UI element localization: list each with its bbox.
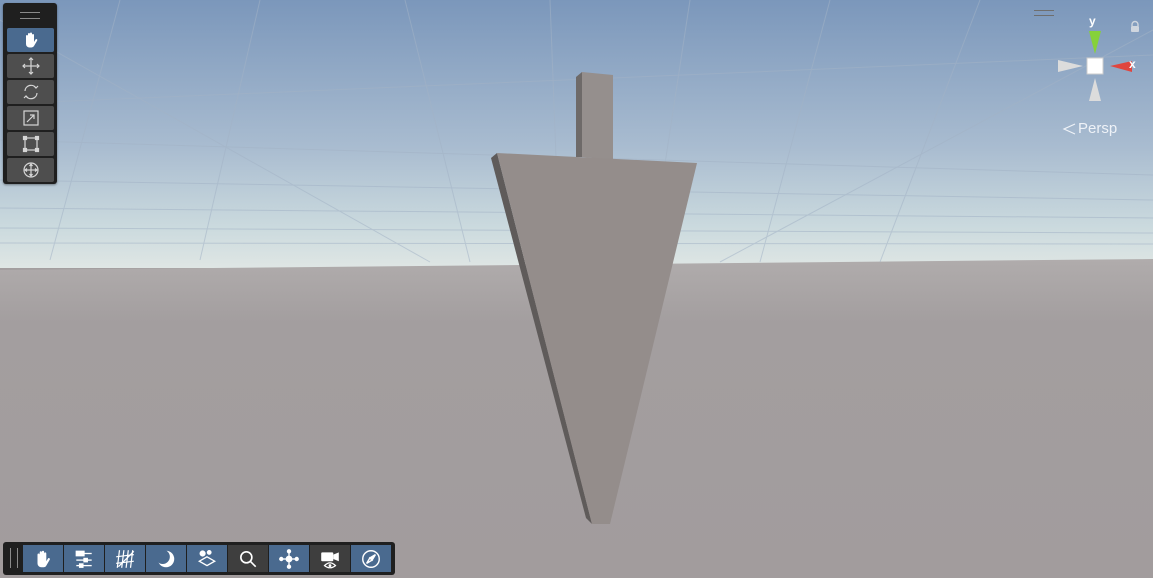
move-arrows-icon bbox=[21, 57, 40, 75]
transform-icon bbox=[22, 162, 39, 178]
rect-transform-icon bbox=[22, 135, 39, 153]
scale-tool-button[interactable] bbox=[7, 106, 54, 130]
gizmos-toggle-button[interactable] bbox=[187, 545, 227, 572]
scene-view-toolbar bbox=[3, 542, 395, 575]
search-scene-button[interactable] bbox=[228, 545, 268, 572]
projection-label: Persp bbox=[1078, 120, 1118, 137]
draw-mode-button[interactable] bbox=[64, 545, 104, 572]
projection-toggle[interactable]: Persp bbox=[1062, 120, 1117, 137]
x-axis-label: x bbox=[1129, 57, 1136, 71]
y-axis-cone[interactable] bbox=[1089, 31, 1101, 54]
component-tools-button[interactable] bbox=[269, 545, 309, 572]
neg-y-axis-cone[interactable] bbox=[1089, 78, 1101, 101]
hand-icon bbox=[25, 32, 37, 48]
hand-icon bbox=[37, 550, 50, 567]
moon-icon bbox=[155, 549, 175, 567]
rotate-icon bbox=[23, 84, 38, 100]
rotate-tool-button[interactable] bbox=[7, 80, 54, 104]
search-icon bbox=[240, 550, 257, 567]
nodes-icon bbox=[279, 548, 299, 569]
scale-icon bbox=[22, 110, 39, 126]
sliders-icon bbox=[75, 550, 92, 568]
view-tool-button[interactable] bbox=[23, 545, 63, 572]
neg-x-axis-cone[interactable] bbox=[1058, 60, 1083, 72]
orientation-button[interactable] bbox=[351, 545, 391, 572]
perspective-icon bbox=[1062, 122, 1076, 135]
compass-icon bbox=[362, 549, 380, 568]
tools-drag-handle[interactable] bbox=[20, 12, 40, 19]
gizmo-center-cube[interactable] bbox=[1086, 57, 1104, 75]
tools-overlay bbox=[3, 3, 57, 184]
rect-tool-button[interactable] bbox=[7, 132, 54, 156]
lighting-toggle-button[interactable] bbox=[146, 545, 186, 572]
camera-settings-button[interactable] bbox=[310, 545, 350, 572]
camera-eye-icon bbox=[321, 551, 339, 568]
y-axis-label: y bbox=[1089, 14, 1096, 28]
toolbar-drag-handle[interactable] bbox=[10, 548, 18, 568]
scene-viewport[interactable] bbox=[0, 0, 1153, 578]
grid-toggle-button[interactable] bbox=[105, 545, 145, 572]
hand-tool-button[interactable] bbox=[7, 28, 54, 52]
move-tool-button[interactable] bbox=[7, 54, 54, 78]
transform-tool-button[interactable] bbox=[7, 158, 54, 182]
grid-icon bbox=[116, 549, 135, 568]
layers-icon bbox=[197, 549, 217, 566]
